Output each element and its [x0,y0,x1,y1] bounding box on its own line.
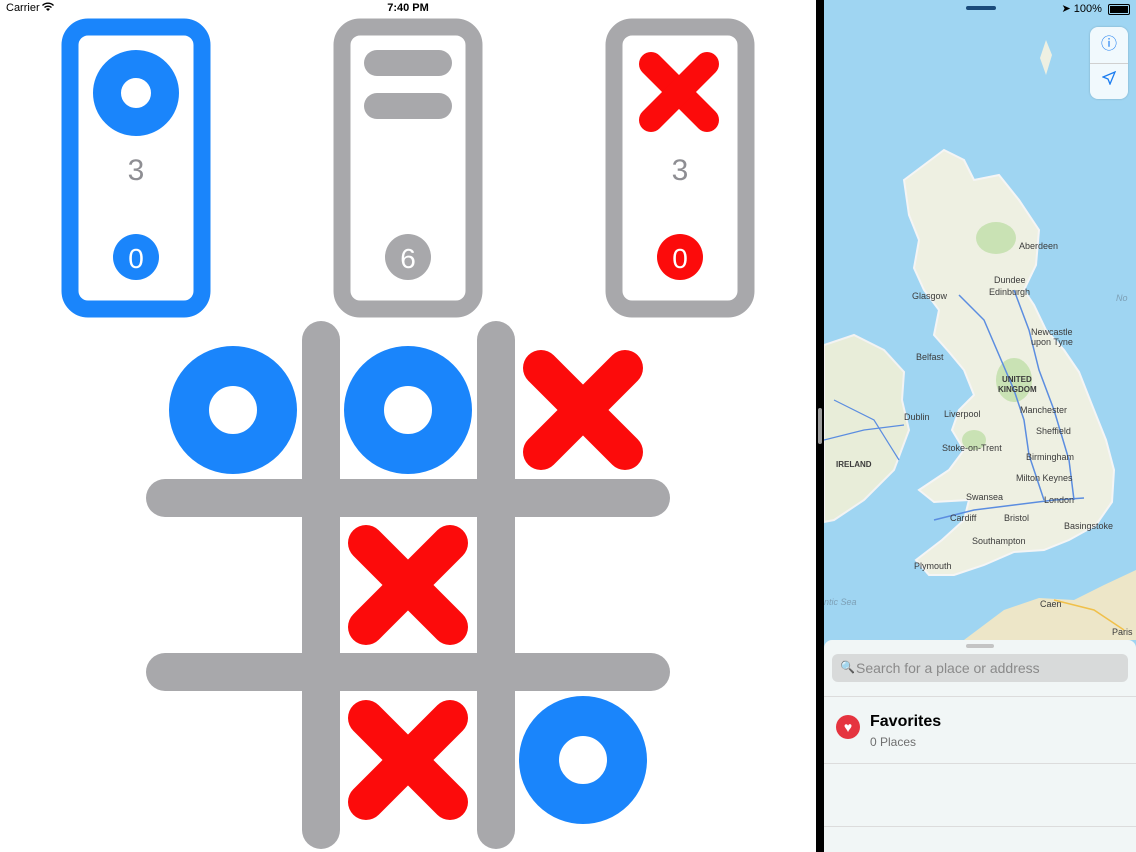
map-label-southampton: Southampton [972,536,1026,546]
game-canvas: 3 0 6 3 0 [61,18,755,849]
map-label-glasgow: Glasgow [912,291,948,301]
player-x-score: 3 [672,154,689,187]
heart-icon: ♥ [836,715,860,739]
sheet-grabber[interactable] [966,644,994,648]
map-top-handle[interactable] [966,6,996,10]
player-o-card[interactable]: 3 0 [61,18,211,318]
map-label-sheffield: Sheffield [1036,426,1071,436]
map-label-liverpool: Liverpool [944,409,981,419]
tic-tac-toe-app: Carrier 7:40 PM 3 0 6 3 0 [0,0,816,852]
board-cell[interactable] [163,515,303,655]
player-o-score: 3 [128,154,145,187]
map-label-paris: Paris [1112,627,1133,637]
map-label-newcastle-2: upon Tyne [1031,337,1073,347]
map-label-stoke: Stoke-on-Trent [942,443,1002,453]
map-label-manchester: Manchester [1020,405,1067,415]
map-label-ireland: IRELAND [836,460,872,469]
map-label-atlantic: ntic Sea [824,597,857,607]
board-cell[interactable] [513,515,653,655]
board-cell[interactable] [163,690,303,830]
split-view-handle[interactable] [818,408,822,444]
map-label-newcastle: Newcastle [1031,327,1073,337]
favorites-title: Favorites [870,713,942,730]
info-button[interactable]: ⓘ [1090,27,1128,64]
map-label-swansea: Swansea [966,492,1003,502]
map-label-uk: UNITED [1002,375,1032,384]
map-label-birmingham: Birmingham [1026,452,1074,462]
board-cell[interactable] [338,690,478,830]
search-input[interactable]: 🔍 Search for a place or address [832,654,1128,682]
status-bar-right: ➤ 100% [1062,2,1130,15]
search-placeholder: Search for a place or address [856,660,1040,676]
map-label-milton-keynes: Milton Keynes [1016,473,1073,483]
sheet-divider [824,826,1136,827]
favorites-row[interactable]: ♥ Favorites 0 Places [824,696,1136,764]
search-icon: 🔍 [840,660,855,674]
battery-label: 100% [1073,3,1102,15]
map-label-dublin: Dublin [904,412,930,422]
map-label-london: London [1044,495,1074,505]
map-label-basingstoke: Basingstoke [1064,521,1113,531]
location-arrow-icon: ➤ [1061,3,1071,15]
map-label-belfast: Belfast [916,352,944,362]
battery-icon [1108,3,1130,15]
map-label-cardiff: Cardiff [950,513,977,523]
map-controls: ⓘ [1090,27,1128,99]
info-icon: ⓘ [1100,36,1117,53]
map-label-bristol: Bristol [1004,513,1029,523]
player-o-count: 0 [128,243,144,274]
board-cell[interactable] [513,690,653,830]
location-arrow-icon [1101,70,1117,89]
board-cell[interactable] [338,340,478,480]
map-label-north: No [1116,293,1128,303]
draw-count: 6 [400,243,416,274]
draw-card[interactable]: 6 [333,18,483,318]
board-cell[interactable] [338,515,478,655]
board-cell[interactable] [163,340,303,480]
map-label-caen: Caen [1040,599,1062,609]
board [163,340,653,830]
map-label-edinburgh: Edinburgh [989,287,1030,297]
map-label-plymouth: Plymouth [914,561,952,571]
search-sheet: 🔍 Search for a place or address ♥ Favori… [824,640,1136,852]
map-label-dundee: Dundee [994,275,1026,285]
player-x-card[interactable]: 3 0 [605,18,755,318]
locate-button[interactable] [1090,63,1128,99]
board-cell[interactable] [513,340,653,480]
player-x-count: 0 [672,243,688,274]
map-label-aberdeen: Aberdeen [1019,241,1058,251]
map-label-uk-2: KINGDOM [998,385,1037,394]
favorites-subtitle: 0 Places [870,735,917,749]
